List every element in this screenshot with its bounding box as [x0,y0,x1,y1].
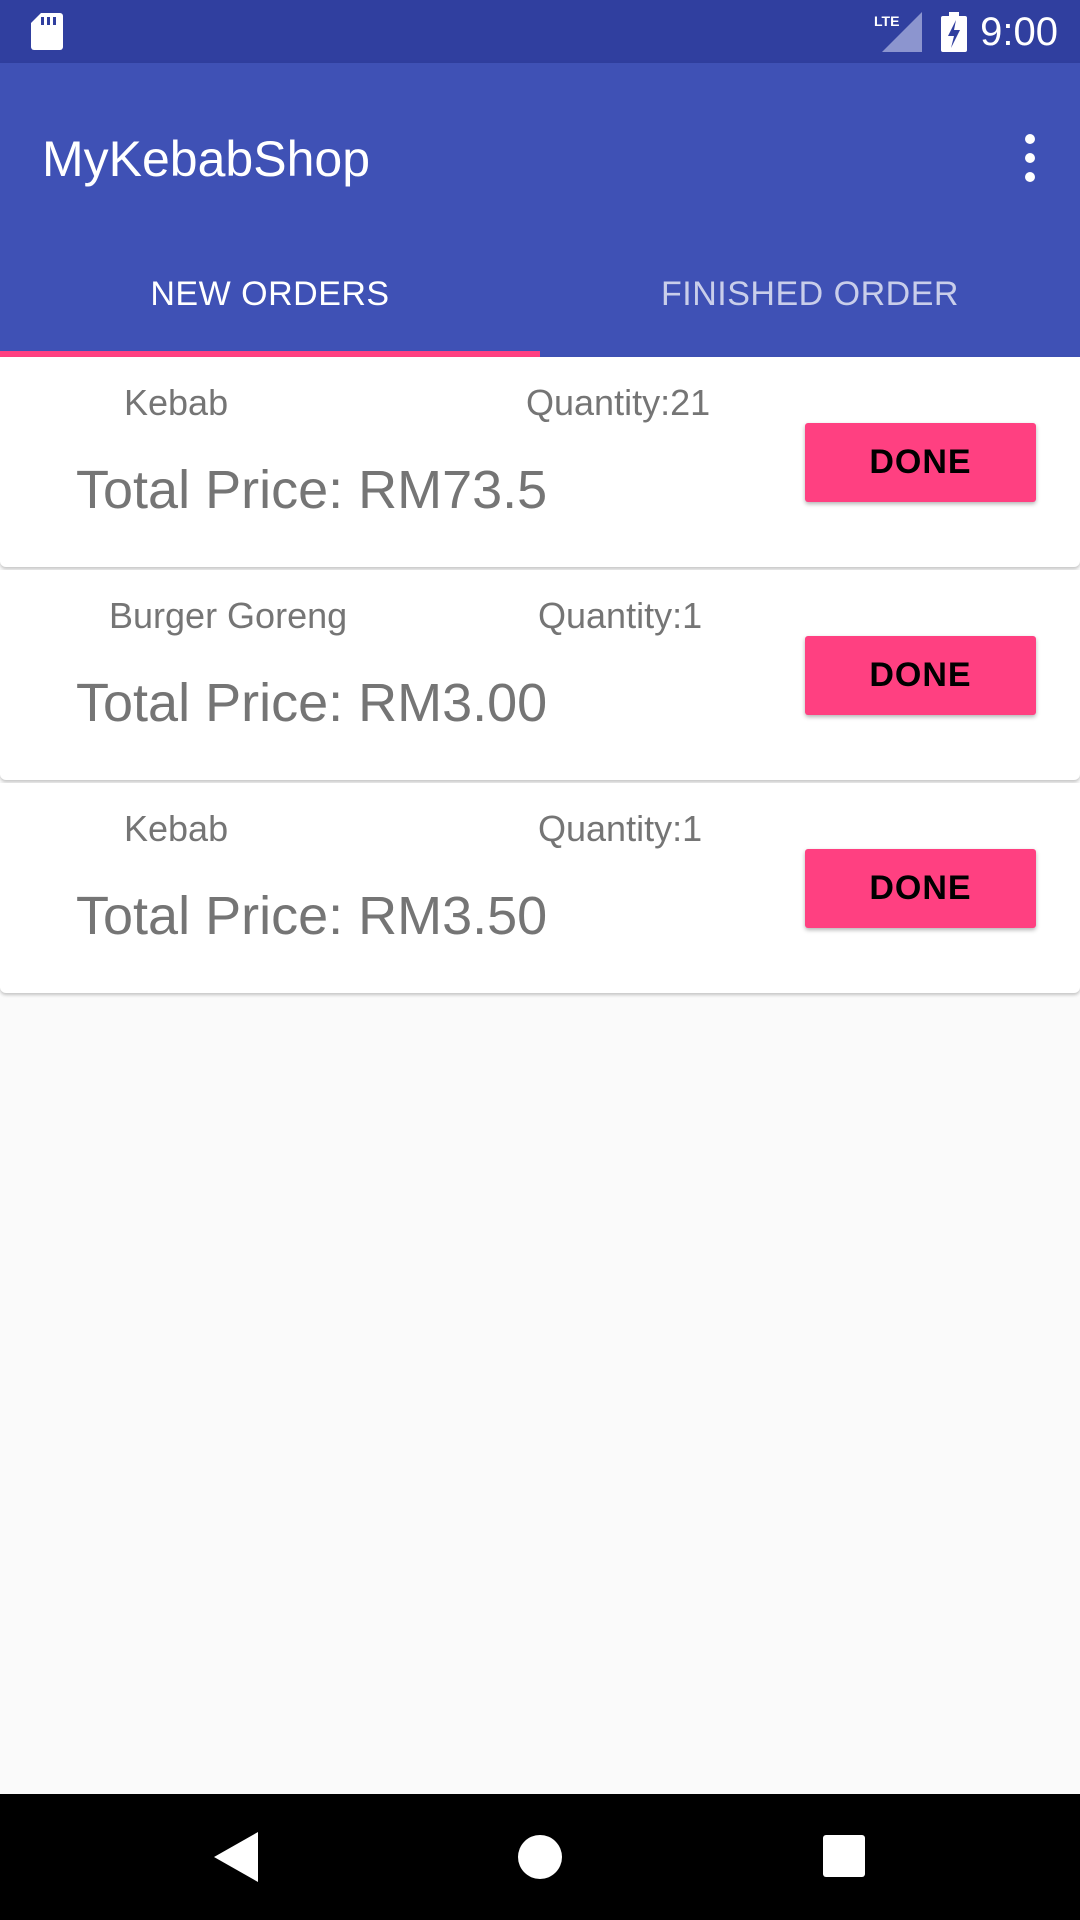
status-bar: LTE 9:00 [0,0,1080,63]
order-total-price: Total Price: RM73.5 [76,460,548,520]
more-vert-icon[interactable] [1000,123,1060,193]
order-total-price: Total Price: RM3.50 [76,886,548,946]
navigation-bar [0,1794,1080,1920]
order-quantity: Quantity:1 [538,808,703,849]
tab-new-orders[interactable]: NEW ORDERS [0,231,540,357]
order-item-name: Kebab [124,382,229,423]
done-button[interactable]: DONE [805,636,1036,715]
done-button[interactable]: DONE [805,849,1036,928]
status-time: 9:00 [980,10,1058,54]
order-item-name: Kebab [124,808,229,849]
order-quantity: Quantity:21 [526,382,711,423]
tab-finished-order-label: FINISHED ORDER [661,274,959,313]
back-icon[interactable] [214,1832,258,1882]
order-card: Kebab Quantity:1 Total Price: RM3.50 DON… [0,783,1080,993]
lte-label: LTE [874,13,899,29]
orders-list: Kebab Quantity:21 Total Price: RM73.5 DO… [0,357,1080,996]
order-quantity: Quantity:1 [538,595,703,636]
order-item-name: Burger Goreng [109,595,348,636]
tab-bar: NEW ORDERS FINISHED ORDER [0,231,1080,357]
battery-charging-icon [941,12,967,52]
tab-finished-order[interactable]: FINISHED ORDER [540,231,1080,357]
recents-icon[interactable] [823,1835,865,1877]
screen: LTE 9:00 MyKebabShop NEW ORDERS FINISHED… [0,0,1080,1920]
lte-signal-icon: LTE [874,12,922,52]
order-total-price: Total Price: RM3.00 [76,673,548,733]
app-title: MyKebabShop [42,131,371,187]
done-button[interactable]: DONE [805,423,1036,502]
sd-card-icon [31,13,63,50]
app-bar: MyKebabShop NEW ORDERS FINISHED ORDER [0,63,1080,357]
home-icon[interactable] [518,1835,562,1879]
order-card: Burger Goreng Quantity:1 Total Price: RM… [0,570,1080,780]
order-card: Kebab Quantity:21 Total Price: RM73.5 DO… [0,357,1080,567]
tab-new-orders-label: NEW ORDERS [150,274,390,313]
